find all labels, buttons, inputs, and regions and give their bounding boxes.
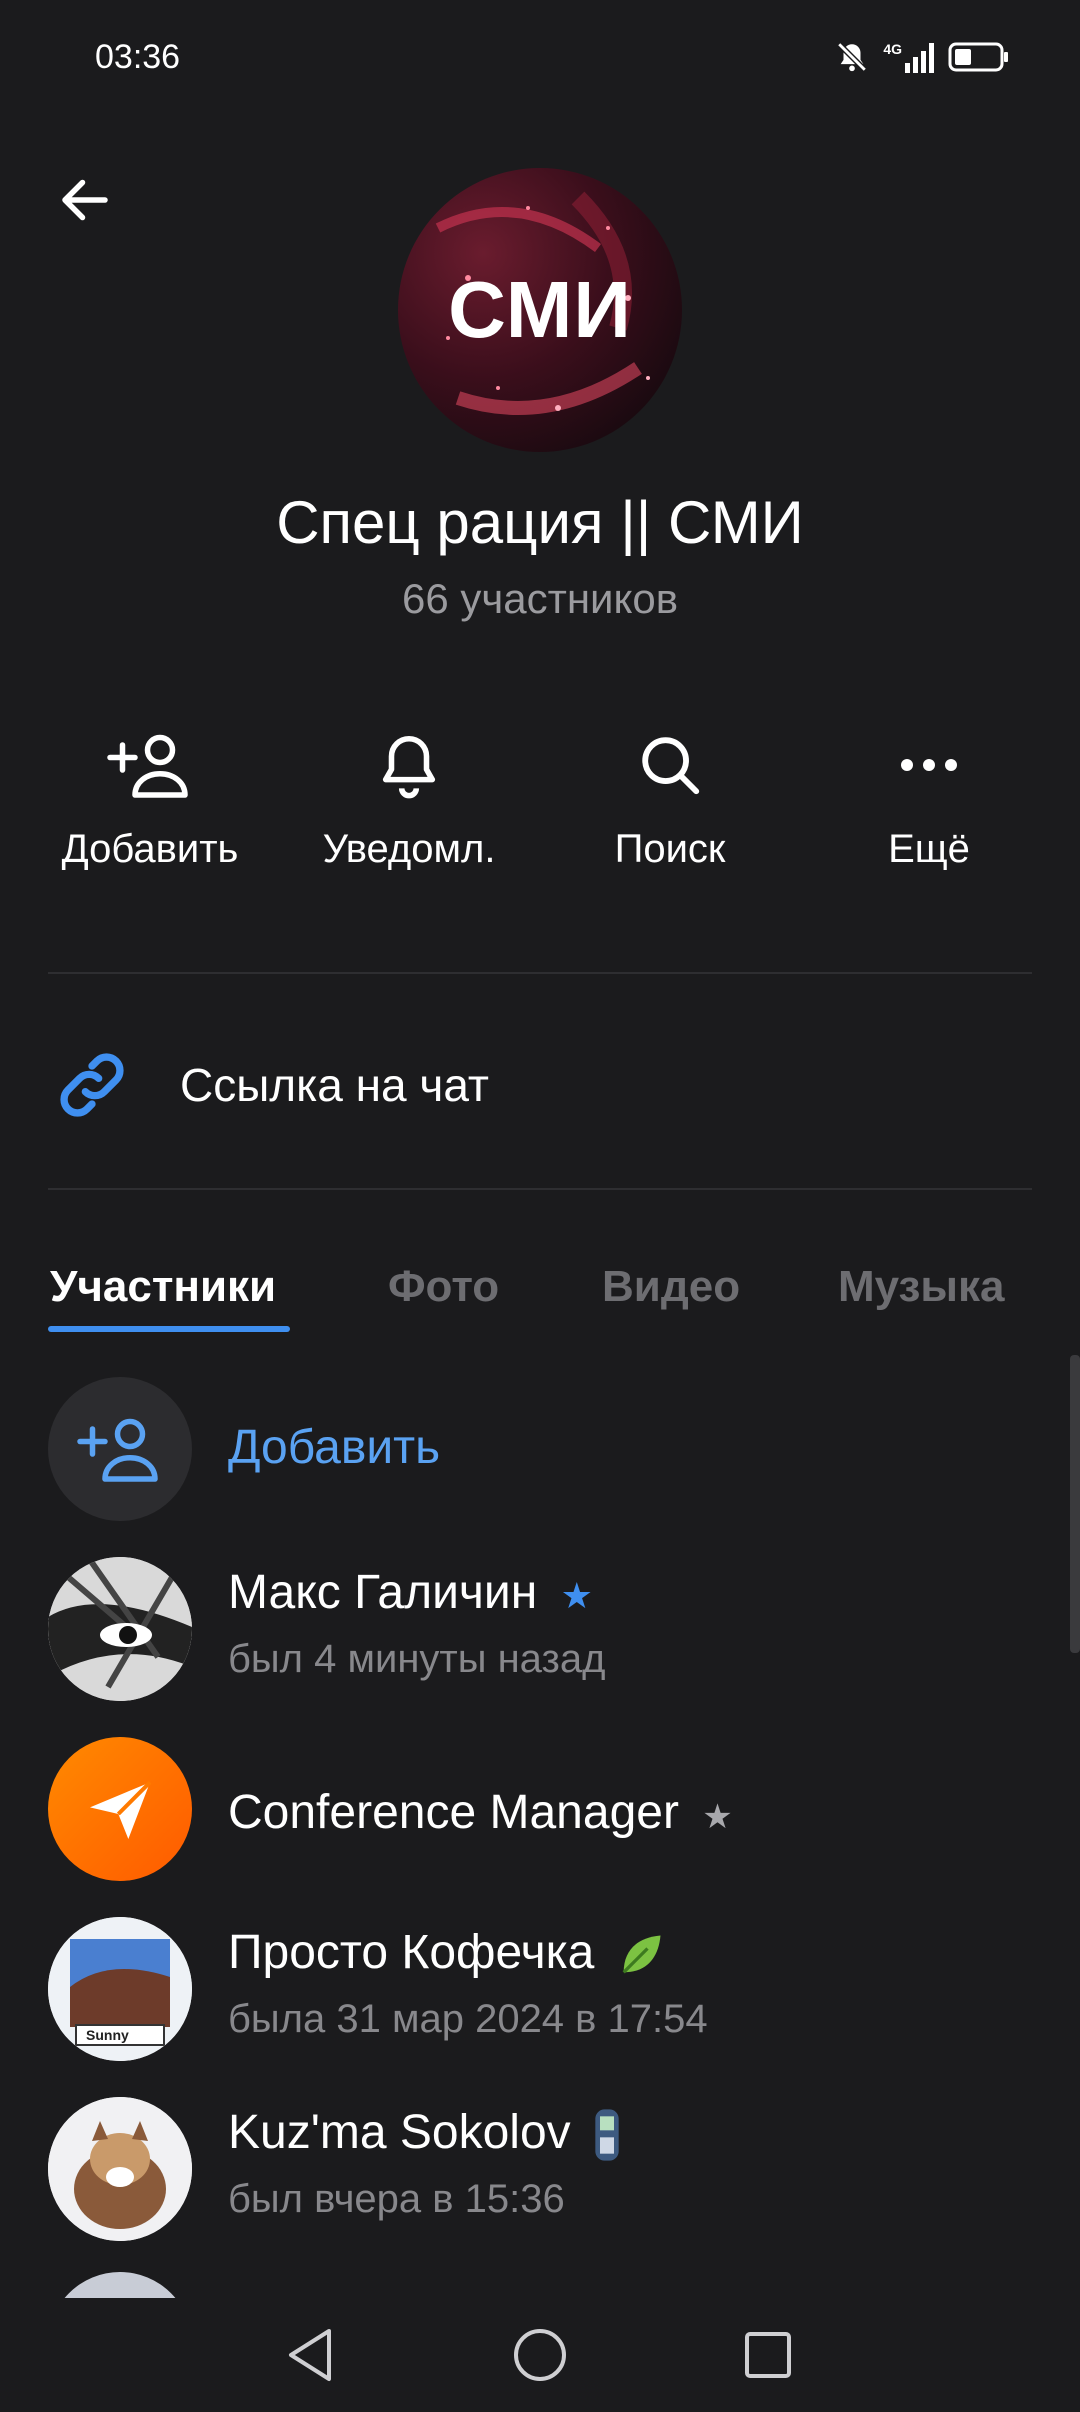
more-icon [901,759,957,771]
avatar-caption: Sunny [86,2027,129,2043]
cellular-signal-icon: 4G [883,41,934,73]
group-title: Спец рация || СМИ [276,489,804,556]
member-name: Макс Галичин [228,1566,538,1619]
scrollbar[interactable] [1070,1355,1080,1653]
square-recents-icon [745,2332,791,2378]
search-action[interactable]: Поиск [540,725,800,872]
member-name: Kuz'ma Sokolov [228,2106,571,2159]
mobile-phone-icon [595,2109,619,2161]
avatar: Sunny [48,1917,192,2061]
tab-music[interactable]: Музыка [838,1262,1004,1312]
member-name: Просто Кофечка [228,1926,595,1979]
search-label: Поиск [614,827,726,871]
add-member-label: Добавить [61,827,239,871]
add-member-avatar [48,1377,192,1521]
group-avatar[interactable]: СМИ [398,168,682,452]
star-icon: ★ [702,1798,733,1836]
bell-icon [382,735,436,799]
avatar [48,2097,192,2241]
avatar [48,1557,192,1701]
member-status: была 31 мар 2024 в 17:54 [228,1997,708,2041]
nav-recents-button[interactable] [728,2325,808,2385]
member-name-row: Kuz'ma Sokolov [228,2105,622,2163]
more-label: Ещё [888,827,970,871]
divider [48,1188,1032,1190]
tab-photos[interactable]: Фото [388,1262,499,1312]
avatar [48,1737,192,1881]
member-name: Conference Manager [228,1786,679,1839]
avatar-image [48,2097,192,2241]
link-icon [60,1053,124,1117]
member-status: был 4 минуты назад [228,1637,606,1681]
divider [48,972,1032,974]
tab-members[interactable]: Участники [50,1262,276,1312]
mute-notifications-icon [837,42,868,72]
arrow-left-icon [62,179,108,221]
add-user-icon [77,1418,158,1482]
add-member-action[interactable]: Добавить [20,725,280,872]
leaf-icon [622,1935,661,1974]
next-avatar-partial [48,2272,192,2298]
member-status: был вчера в 15:36 [228,2177,565,2221]
notifications-action[interactable]: Уведомл. [279,725,539,872]
member-name-row: Conference Manager ★ [228,1785,733,1840]
network-type: 4G [883,41,902,57]
search-icon [642,737,700,795]
group-avatar-text: СМИ [448,265,632,354]
back-button[interactable] [45,160,125,240]
member-name-row: Макс Галичин ★ [228,1565,593,1620]
tab-videos[interactable]: Видео [602,1262,740,1312]
add-user-icon [107,734,188,798]
nav-home-button[interactable] [500,2325,580,2385]
chat-link-row[interactable] [0,990,1080,1180]
chat-link-label: Ссылка на чат [180,1059,489,1111]
battery-icon [948,42,1008,72]
active-tab-indicator [48,1326,290,1332]
nav-back-button[interactable] [270,2325,350,2385]
more-action[interactable]: Ещё [799,725,1059,872]
triangle-back-icon [289,2329,331,2381]
status-time: 03:36 [95,38,181,76]
notifications-label: Уведомл. [322,827,496,871]
paper-plane-icon [90,1780,152,1839]
star-icon: ★ [560,1575,593,1616]
status-icons: 4G [835,40,1010,74]
avatar-image [48,1557,192,1701]
member-count: 66 участников [401,575,679,622]
member-name-row: Просто Кофечка [228,1925,670,1981]
add-member-link: Добавить [228,1421,441,1474]
circle-home-icon [514,2329,566,2381]
